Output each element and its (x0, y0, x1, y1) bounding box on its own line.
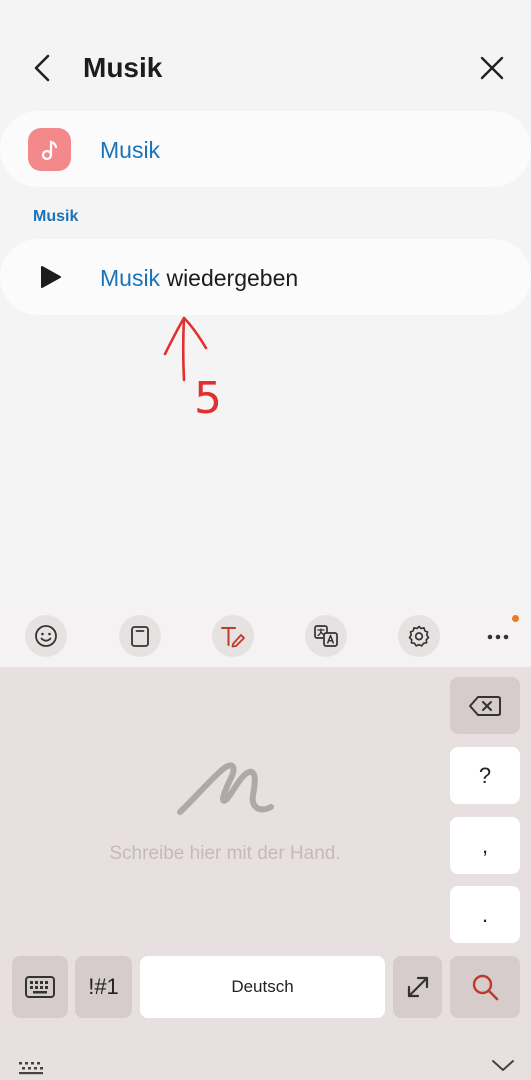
play-music-action[interactable]: Musik wiedergeben (0, 239, 531, 315)
annotation-arrow: 5 (163, 316, 222, 420)
settings-icon (408, 625, 430, 647)
notification-dot (512, 615, 519, 622)
question-mark-key[interactable]: ? (450, 747, 520, 804)
backspace-icon (469, 695, 501, 716)
comma-key[interactable]: , (450, 817, 520, 874)
expand-arrows-icon (407, 976, 428, 998)
play-icon (41, 266, 61, 288)
clipboard-icon (131, 626, 149, 647)
page-title: Musik (83, 52, 163, 83)
music-note-icon (41, 140, 57, 160)
clipboard-button[interactable] (119, 615, 161, 657)
symbols-key[interactable]: !#1 (75, 956, 132, 1018)
app-result-card[interactable]: Musik (0, 111, 531, 187)
emoji-icon (35, 625, 57, 647)
backspace-key[interactable] (450, 677, 520, 734)
settings-button[interactable] (398, 615, 440, 657)
keyboard-hide-icon[interactable] (18, 1060, 44, 1076)
translate-icon (314, 625, 338, 647)
play-action-highlight: Musik (100, 265, 161, 291)
annotation-number: 5 (194, 373, 222, 420)
play-action-label: Musik wiedergeben (100, 263, 298, 293)
expand-key[interactable] (393, 956, 442, 1018)
translate-button[interactable] (305, 615, 347, 657)
handwriting-mode-button[interactable] (212, 615, 254, 657)
music-app-icon (28, 128, 71, 171)
close-button[interactable] (472, 48, 512, 88)
period-key[interactable]: . (450, 886, 520, 943)
more-icon (487, 634, 509, 640)
handwriting-glyph-icon (177, 762, 274, 815)
emoji-button[interactable] (25, 615, 67, 657)
search-key[interactable] (450, 956, 520, 1018)
chevron-down-icon[interactable] (490, 1058, 516, 1074)
keyboard-switch-key[interactable] (12, 956, 68, 1018)
search-icon (472, 974, 499, 1001)
space-key[interactable]: Deutsch (140, 956, 385, 1018)
close-icon (480, 56, 504, 80)
section-header: Musik (33, 208, 79, 225)
app-result-label: Musik (100, 137, 161, 163)
back-button[interactable] (22, 48, 62, 88)
more-options-button[interactable] (484, 625, 512, 649)
keyboard-icon (25, 976, 55, 998)
back-arrow-icon (34, 54, 50, 82)
play-action-rest: wiedergeben (160, 265, 299, 291)
handwriting-icon (221, 627, 245, 648)
keyboard-toolbar (0, 605, 531, 667)
handwriting-hint: Schreibe hier mit der Hand. (109, 843, 341, 864)
